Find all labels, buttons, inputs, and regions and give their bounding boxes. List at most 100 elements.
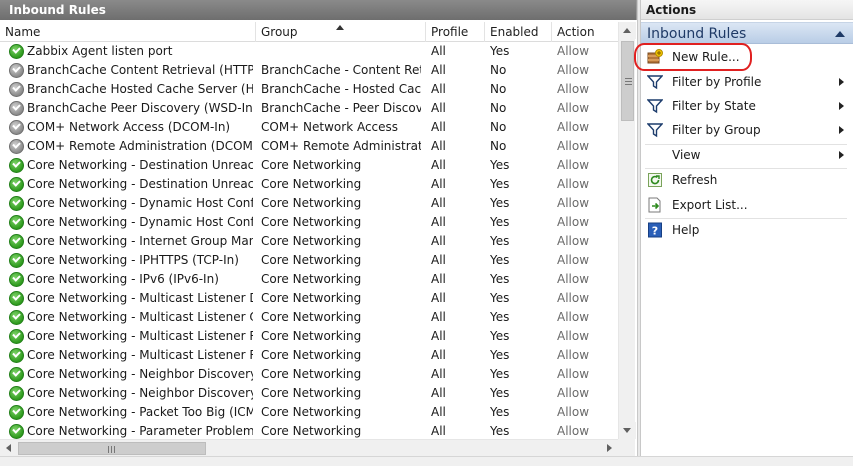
table-row[interactable]: BranchCache Peer Discovery (WSD-In) Branc… — [0, 99, 618, 118]
rule-group: Core Networking — [261, 386, 362, 400]
table-row[interactable]: Core Networking - Multicast Listener Rep… — [0, 327, 618, 346]
rule-name: Core Networking - Parameter Problem (I..… — [27, 424, 253, 438]
rule-group: Core Networking — [261, 367, 362, 381]
rule-action: Allow — [557, 63, 590, 77]
action-label: Filter by State — [672, 99, 756, 113]
vertical-scroll-thumb[interactable] — [621, 41, 634, 121]
filter-icon — [647, 99, 663, 114]
action-refresh[interactable]: Refresh — [641, 168, 853, 192]
chevron-right-icon — [839, 102, 844, 110]
rule-enabled: No — [490, 63, 507, 77]
action-new-rule[interactable]: New Rule... — [641, 45, 853, 69]
rule-group: BranchCache - Content Retr... — [261, 63, 421, 77]
table-row[interactable]: Core Networking - Neighbor Discovery S..… — [0, 384, 618, 403]
action-help[interactable]: ? Help — [641, 218, 853, 242]
rules-list: Zabbix Agent listen port All Yes Allow Branc… — [0, 42, 618, 439]
table-row[interactable]: Core Networking - Multicast Listener Rep… — [0, 346, 618, 365]
action-filter-by-profile[interactable]: Filter by Profile — [641, 70, 853, 94]
chevron-down-icon — [623, 428, 631, 433]
action-label: View — [672, 148, 701, 162]
help-icon: ? — [648, 222, 662, 238]
rule-action: Allow — [557, 120, 590, 134]
rule-group: BranchCache - Peer Discove... — [261, 101, 421, 115]
actions-title: Actions — [641, 0, 853, 20]
filter-icon — [647, 75, 663, 90]
column-action-header[interactable]: Action — [552, 22, 618, 42]
table-row[interactable]: Core Networking - Internet Group Mana...… — [0, 232, 618, 251]
table-row[interactable]: Core Networking - Parameter Problem (I..… — [0, 422, 618, 439]
rule-action: Allow — [557, 82, 590, 96]
scroll-down-button[interactable] — [619, 422, 636, 439]
rule-enabled: Yes — [490, 44, 510, 58]
column-enabled-header[interactable]: Enabled — [485, 22, 552, 42]
table-row[interactable]: Core Networking - Dynamic Host Config...… — [0, 213, 618, 232]
table-row[interactable]: Core Networking - Dynamic Host Config...… — [0, 194, 618, 213]
rule-name: Core Networking - Destination Unreacha..… — [27, 177, 253, 191]
rule-enabled-icon — [9, 253, 24, 268]
section-header-inbound-rules[interactable]: Inbound Rules — [641, 22, 853, 44]
action-label: Refresh — [672, 173, 718, 187]
table-row[interactable]: BranchCache Content Retrieval (HTTP-In) B… — [0, 61, 618, 80]
action-filter-by-group[interactable]: Filter by Group — [641, 118, 853, 142]
rule-enabled: Yes — [490, 405, 510, 419]
rule-enabled-icon — [9, 44, 24, 59]
column-profile-header[interactable]: Profile — [426, 22, 485, 42]
rule-profile: All — [431, 82, 446, 96]
horizontal-scroll-thumb[interactable] — [18, 442, 206, 455]
table-row[interactable]: Core Networking - IPHTTPS (TCP-In) Core N… — [0, 251, 618, 270]
rule-action: Allow — [557, 386, 590, 400]
table-row[interactable]: Core Networking - Multicast Listener Do.… — [0, 289, 618, 308]
rule-name: Core Networking - Multicast Listener Qu.… — [27, 310, 253, 324]
rule-enabled-icon — [9, 234, 24, 249]
rule-profile: All — [431, 310, 446, 324]
scroll-left-button[interactable] — [0, 440, 17, 457]
rule-name: BranchCache Peer Discovery (WSD-In) — [27, 101, 253, 115]
rule-group: Core Networking — [261, 272, 362, 286]
rule-name: Core Networking - Packet Too Big (ICMP..… — [27, 405, 253, 419]
rule-profile: All — [431, 348, 446, 362]
rule-action: Allow — [557, 101, 590, 115]
rule-action: Allow — [557, 329, 590, 343]
scroll-up-button[interactable] — [619, 22, 636, 39]
rule-action: Allow — [557, 253, 590, 267]
table-row[interactable]: COM+ Network Access (DCOM-In) COM+ Networ… — [0, 118, 618, 137]
sort-ascending-icon — [336, 25, 344, 30]
filter-icon — [647, 123, 663, 138]
rule-profile: All — [431, 196, 446, 210]
rule-enabled: Yes — [490, 272, 510, 286]
table-row[interactable]: Core Networking - Packet Too Big (ICMP..… — [0, 403, 618, 422]
horizontal-scrollbar[interactable] — [0, 439, 618, 457]
chevron-right-icon — [839, 78, 844, 86]
action-filter-by-state[interactable]: Filter by State — [641, 94, 853, 118]
action-label: Export List... — [672, 198, 748, 212]
rule-group: COM+ Network Access — [261, 120, 399, 134]
actions-pane: Actions Inbound Rules New Rule... Filter… — [641, 0, 853, 456]
rule-action: Allow — [557, 196, 590, 210]
rule-action: Allow — [557, 44, 590, 58]
table-row[interactable]: Core Networking - Neighbor Discovery A..… — [0, 365, 618, 384]
rule-enabled: Yes — [490, 215, 510, 229]
table-row[interactable]: Zabbix Agent listen port All Yes Allow — [0, 42, 618, 61]
column-group-header[interactable]: Group — [256, 22, 426, 42]
table-row[interactable]: Core Networking - Destination Unreacha..… — [0, 156, 618, 175]
rule-name: Core Networking - Multicast Listener Rep… — [27, 348, 253, 362]
table-row[interactable]: COM+ Remote Administration (DCOM-In) COM+… — [0, 137, 618, 156]
table-row[interactable]: Core Networking - Destination Unreacha..… — [0, 175, 618, 194]
action-export-list[interactable]: Export List... — [641, 193, 853, 217]
column-name-header[interactable]: Name — [0, 22, 256, 42]
pane-title: Inbound Rules — [0, 0, 637, 20]
action-view[interactable]: View — [641, 143, 853, 167]
chevron-up-icon — [623, 28, 631, 33]
rule-group: Core Networking — [261, 329, 362, 343]
rule-name: Core Networking - IPHTTPS (TCP-In) — [27, 253, 239, 267]
rule-enabled: No — [490, 82, 507, 96]
rule-profile: All — [431, 63, 446, 77]
rule-name: Zabbix Agent listen port — [27, 44, 173, 58]
table-row[interactable]: BranchCache Hosted Cache Server (HTT... B… — [0, 80, 618, 99]
table-row[interactable]: Core Networking - IPv6 (IPv6-In) Core Net… — [0, 270, 618, 289]
rule-group: Core Networking — [261, 348, 362, 362]
table-row[interactable]: Core Networking - Multicast Listener Qu.… — [0, 308, 618, 327]
scroll-right-button[interactable] — [601, 440, 618, 457]
vertical-scrollbar[interactable] — [618, 22, 636, 439]
rule-enabled-icon — [9, 405, 24, 420]
